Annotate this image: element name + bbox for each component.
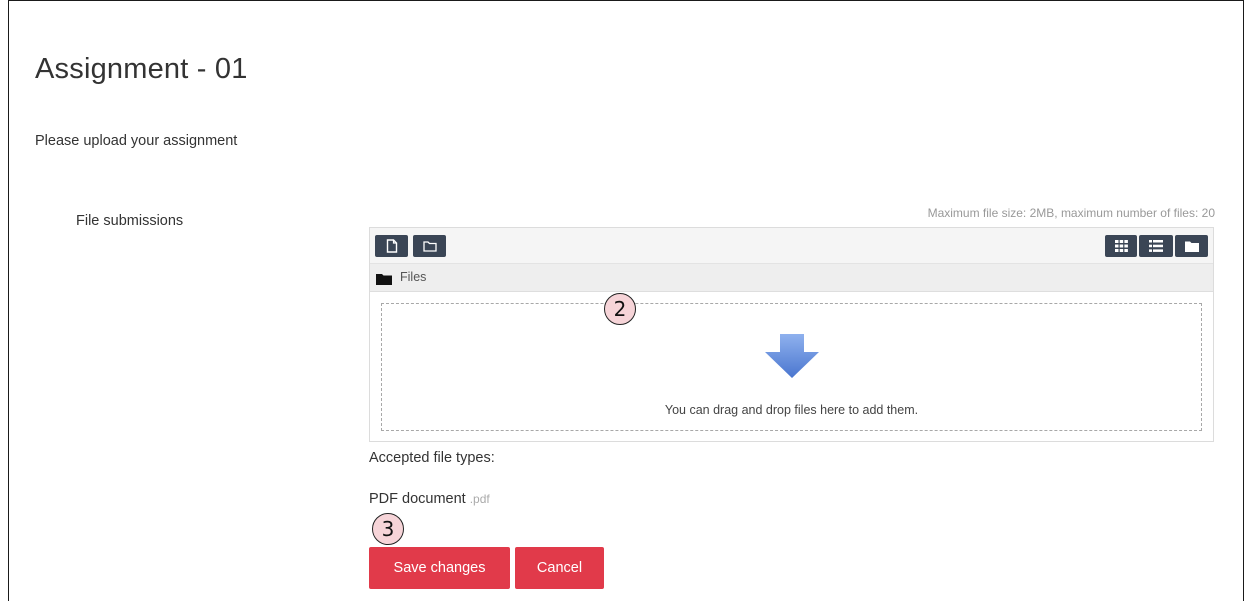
step-marker-3: 3 [372, 513, 404, 545]
path-files-link[interactable]: Files [400, 270, 426, 284]
page-title: Assignment - 01 [35, 53, 248, 85]
grid-view-button[interactable] [1105, 235, 1137, 257]
accepted-file-type: PDF document .pdf [369, 491, 490, 507]
arrow-down-icon [765, 334, 819, 383]
assignment-intro: Please upload your assignment [35, 133, 238, 149]
file-manager-toolbar [370, 228, 1213, 264]
save-changes-button[interactable]: Save changes [369, 547, 510, 589]
file-type-name: PDF document [369, 491, 466, 507]
add-file-icon [386, 239, 398, 253]
upload-limits: Maximum file size: 2MB, maximum number o… [927, 206, 1215, 220]
create-folder-icon [422, 240, 437, 252]
file-submissions-label: File submissions [76, 213, 184, 229]
list-view-icon [1149, 240, 1163, 252]
add-file-button[interactable] [375, 235, 408, 257]
drop-zone[interactable]: You can drag and drop files here to add … [381, 303, 1202, 431]
drop-zone-text: You can drag and drop files here to add … [664, 403, 919, 417]
list-view-button[interactable] [1139, 235, 1173, 257]
file-type-extension: .pdf [469, 492, 490, 506]
folder-icon [376, 272, 392, 290]
create-folder-button[interactable] [413, 235, 446, 257]
accepted-file-types-label: Accepted file types: [369, 450, 495, 466]
cancel-button[interactable]: Cancel [515, 547, 604, 589]
step-marker-2: 2 [604, 293, 636, 325]
grid-view-icon [1114, 240, 1128, 252]
tree-view-icon [1184, 240, 1199, 252]
file-manager-path-bar: Files [370, 264, 1213, 292]
file-manager: Files You can drag and drop files here t… [369, 227, 1214, 442]
tree-view-button[interactable] [1175, 235, 1208, 257]
